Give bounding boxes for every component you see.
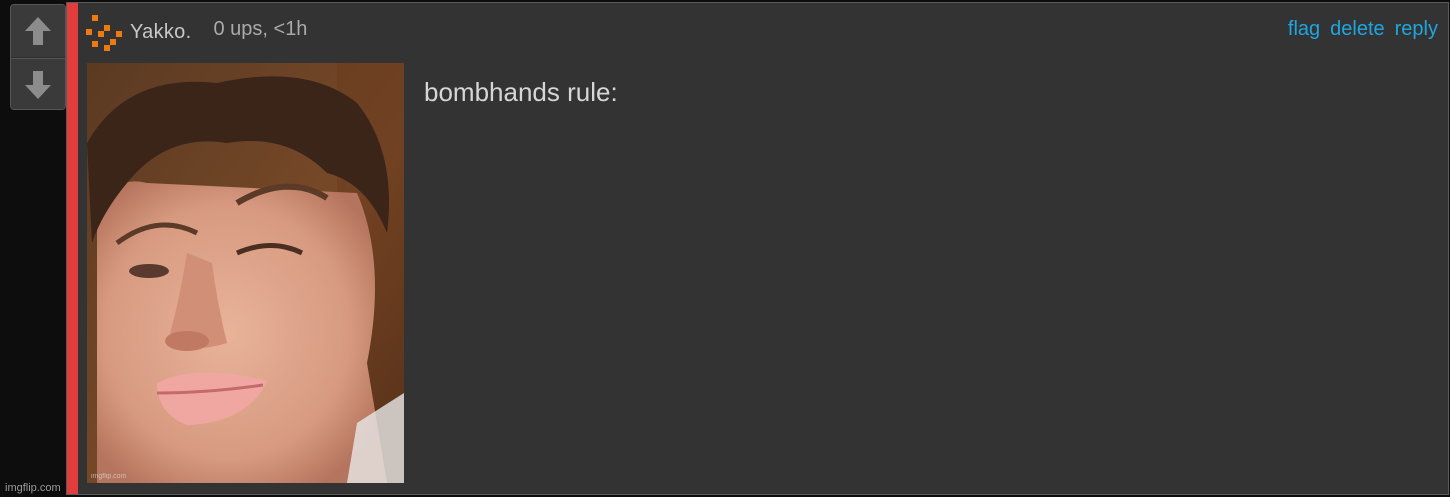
reply-link[interactable]: reply: [1395, 18, 1438, 41]
upvote-button[interactable]: [11, 5, 65, 57]
arrow-down-icon: [25, 70, 51, 99]
comment-author: Yakko. 0 ups, <1h: [84, 9, 307, 55]
vote-controls: [10, 4, 66, 110]
comment-actions: flag delete reply: [1288, 18, 1438, 41]
comment-thread: imgflip.com Yakko. 0 ups, <1h flag delet…: [0, 0, 1450, 497]
comment-image[interactable]: imgflip.com: [87, 63, 404, 483]
username-link[interactable]: Yakko.: [130, 21, 191, 44]
flag-link[interactable]: flag: [1288, 18, 1320, 41]
image-watermark: imgflip.com: [91, 473, 127, 480]
downvote-button[interactable]: [11, 58, 65, 109]
site-watermark: imgflip.com: [5, 482, 61, 494]
comment: Yakko. 0 ups, <1h flag delete reply imgf…: [66, 2, 1449, 495]
delete-link[interactable]: delete: [1330, 18, 1385, 41]
comment-meta: 0 ups, <1h: [213, 17, 308, 40]
comment-accent-bar: [67, 3, 78, 494]
comment-text: bombhands rule:: [424, 77, 618, 107]
pixel-avatar-icon[interactable]: [84, 11, 126, 53]
arrow-up-icon: [25, 17, 51, 45]
face-photo: [87, 63, 404, 483]
